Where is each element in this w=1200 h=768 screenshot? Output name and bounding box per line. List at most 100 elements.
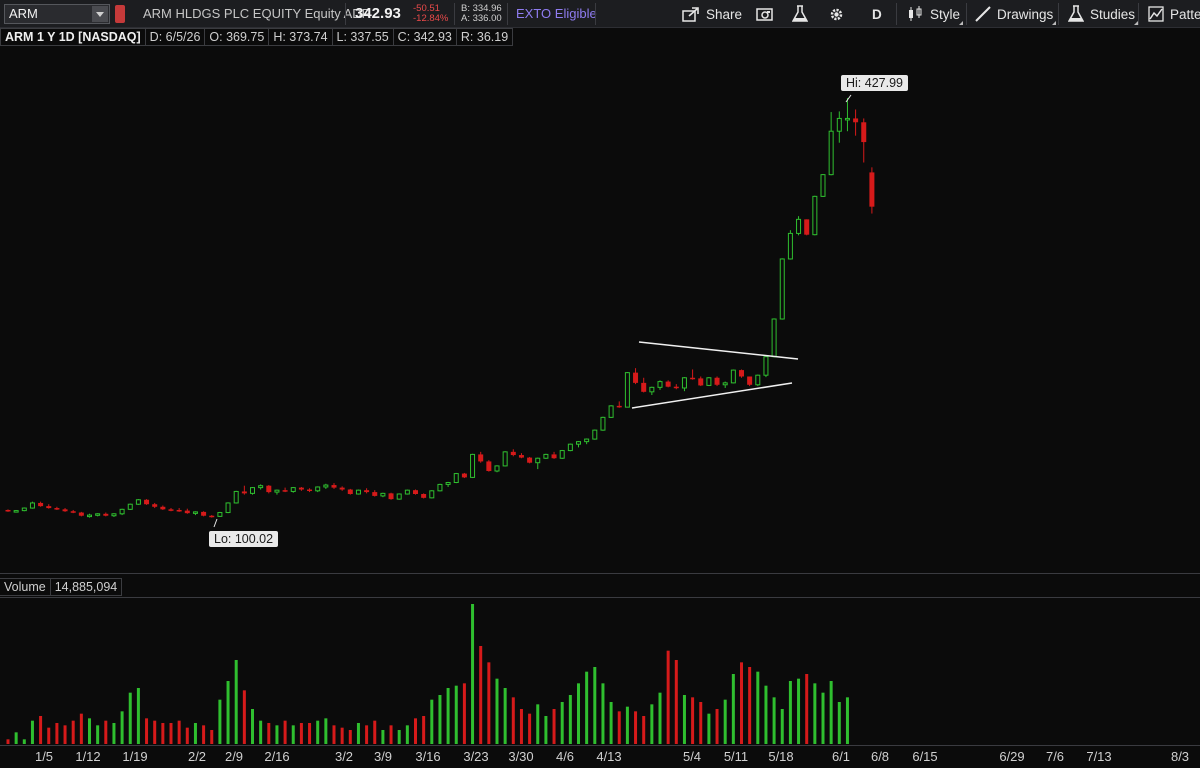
- low-value: L: 337.55: [332, 28, 394, 46]
- candle-body: [38, 502, 44, 507]
- divider: [454, 3, 455, 25]
- candle-body: [103, 513, 109, 516]
- candle-body: [828, 130, 834, 176]
- chevron-down-icon[interactable]: [92, 6, 108, 22]
- price-chart[interactable]: [0, 47, 1200, 572]
- candle-body: [470, 453, 476, 478]
- candle-body: [127, 503, 133, 510]
- candle-body: [608, 405, 614, 418]
- candle-body: [298, 487, 304, 490]
- close-value: C: 342.93: [393, 28, 457, 46]
- volume-bar: [291, 725, 295, 744]
- candle-body: [755, 374, 761, 386]
- volume-bar: [748, 667, 752, 744]
- candle-body: [722, 382, 728, 386]
- volume-bar: [821, 692, 825, 744]
- symbol-input[interactable]: ARM: [4, 4, 110, 24]
- candle-body: [869, 172, 875, 207]
- candle-body: [62, 509, 68, 512]
- candle-body: [714, 377, 720, 385]
- volume-bar: [177, 720, 181, 744]
- volume-bar: [365, 725, 369, 744]
- volume-bar: [242, 690, 246, 744]
- share-button[interactable]: Share: [682, 4, 742, 24]
- candle-body: [787, 232, 793, 260]
- volume-bar: [462, 683, 466, 744]
- volume-bar: [104, 720, 108, 744]
- pane-divider[interactable]: [0, 573, 1200, 574]
- volume-bar: [625, 706, 629, 744]
- candlestick-icon: [909, 6, 922, 21]
- x-tick-label: 5/18: [768, 749, 794, 764]
- volume-bar: [153, 720, 157, 744]
- volume-bar: [430, 699, 434, 744]
- volume-bar: [63, 725, 67, 744]
- candle-body: [690, 377, 696, 380]
- divider: [896, 3, 897, 25]
- open-value: O: 369.75: [205, 28, 270, 46]
- volume-bar: [487, 662, 491, 744]
- candle-body: [225, 502, 231, 514]
- volume-bar: [666, 650, 670, 744]
- symbol-period-label: ARM 1 Y 1D [NASDAQ]: [0, 28, 146, 46]
- volume-bar: [585, 671, 589, 744]
- candle-body: [518, 455, 524, 458]
- flask-button[interactable]: [792, 4, 808, 24]
- candle-body: [665, 381, 671, 387]
- volume-bar: [797, 678, 801, 744]
- volume-bar: [405, 725, 409, 744]
- volume-bar: [528, 713, 532, 744]
- corner-arrow-icon: [1052, 21, 1057, 25]
- interval-button[interactable]: D: [872, 4, 882, 24]
- settings-button[interactable]: [828, 4, 845, 24]
- volume-bar: [234, 660, 238, 744]
- candle-body: [461, 473, 467, 478]
- divider: [1058, 3, 1059, 25]
- flask-icon: [792, 5, 808, 22]
- candle-body: [673, 386, 679, 389]
- candle-body: [437, 483, 443, 492]
- trendline-lower: [631, 382, 793, 409]
- volume-bar: [723, 699, 727, 744]
- candle-body: [478, 454, 484, 462]
- style-button[interactable]: Style: [906, 4, 964, 25]
- candle-body: [266, 485, 272, 493]
- camera-icon: [756, 8, 773, 21]
- volume-bar: [340, 727, 344, 744]
- pattern-icon: [1148, 6, 1164, 22]
- interval-label: D: [872, 6, 882, 22]
- symbol-link-icon[interactable]: [115, 5, 125, 23]
- volume-chart[interactable]: [0, 597, 1200, 745]
- candle-body: [698, 378, 704, 386]
- volume-bar: [259, 720, 263, 744]
- candle-body: [201, 511, 207, 516]
- volume-bar: [169, 723, 173, 744]
- patterns-button[interactable]: Patter: [1148, 4, 1200, 24]
- volume-bar: [316, 720, 320, 744]
- candle-body: [29, 502, 35, 509]
- divider: [507, 3, 508, 25]
- studies-button[interactable]: Studies: [1068, 4, 1139, 25]
- studies-label: Studies: [1090, 6, 1136, 22]
- candle-body: [355, 489, 361, 495]
- snapshot-button[interactable]: [756, 4, 774, 24]
- drawings-button[interactable]: Drawings: [975, 4, 1057, 25]
- candle-body: [364, 490, 370, 493]
- patterns-label: Patter: [1170, 6, 1200, 22]
- candle-body: [413, 490, 418, 495]
- percent-change: -12.84%: [413, 13, 449, 24]
- candle-body: [380, 492, 386, 497]
- candle-body: [13, 510, 19, 513]
- candle-body: [657, 381, 663, 388]
- candle-body: [739, 370, 744, 377]
- candle-body: [5, 509, 11, 512]
- candle-body: [250, 487, 255, 494]
- volume-bar: [805, 674, 809, 744]
- candle-body: [274, 489, 280, 493]
- candle-body: [633, 372, 639, 383]
- volume-bar: [682, 695, 686, 744]
- candle-body: [160, 506, 166, 510]
- x-tick-label: 7/13: [1086, 749, 1112, 764]
- candle-body: [730, 369, 736, 384]
- candle-body: [87, 514, 92, 518]
